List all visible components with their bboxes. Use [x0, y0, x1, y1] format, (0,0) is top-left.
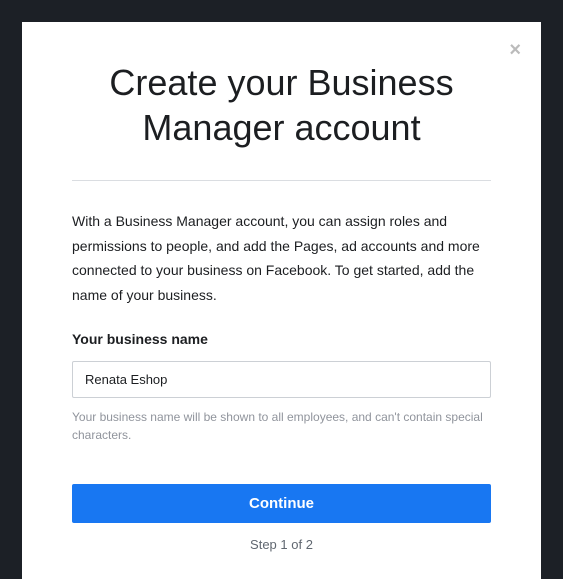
business-name-input[interactable] [72, 361, 491, 398]
divider [72, 180, 491, 181]
continue-button[interactable]: Continue [72, 484, 491, 523]
modal-title: Create your Business Manager account [72, 60, 491, 150]
business-name-helper: Your business name will be shown to all … [72, 408, 491, 444]
modal-description: With a Business Manager account, you can… [72, 209, 491, 307]
business-name-label: Your business name [72, 331, 491, 347]
close-icon: × [509, 39, 521, 61]
step-indicator: Step 1 of 2 [72, 537, 491, 552]
close-button[interactable]: × [509, 40, 521, 60]
create-business-modal: × Create your Business Manager account W… [22, 22, 541, 579]
modal-overlay: × Create your Business Manager account W… [0, 0, 563, 579]
